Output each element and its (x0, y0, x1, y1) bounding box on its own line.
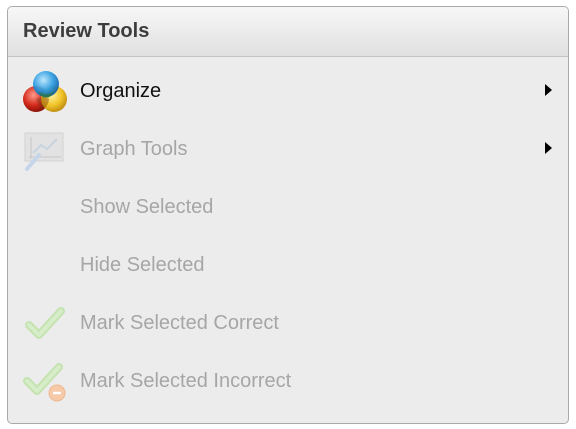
review-tools-menu: Organize Graph Tools Show Selected Hide … (17, 62, 558, 415)
menu-item-label: Graph Tools (80, 138, 188, 160)
menu-item-label: Hide Selected (80, 254, 205, 276)
checkmark-incorrect-icon (21, 357, 71, 405)
menu-item-organize[interactable]: Organize (17, 62, 558, 120)
checkmark-icon (21, 299, 71, 347)
review-tools-panel: Review Tools Organize Graph Tools Show S… (7, 6, 569, 424)
graph-tools-icon (21, 125, 71, 173)
panel-header: Review Tools (8, 7, 568, 57)
menu-item-graph-tools[interactable]: Graph Tools (17, 120, 558, 178)
submenu-arrow-icon (545, 142, 552, 154)
menu-item-label: Organize (80, 80, 162, 102)
menu-item-hide-selected[interactable]: Hide Selected (17, 236, 558, 294)
menu-item-label: Mark Selected Incorrect (80, 370, 292, 392)
panel-title: Review Tools (23, 20, 150, 42)
menu-item-show-selected[interactable]: Show Selected (17, 178, 558, 236)
menu-item-label: Show Selected (80, 196, 214, 218)
menu-item-mark-selected-incorrect[interactable]: Mark Selected Incorrect (17, 352, 558, 410)
submenu-arrow-icon (545, 84, 552, 96)
menu-item-label: Mark Selected Correct (80, 312, 279, 334)
organize-icon (21, 67, 71, 115)
menu-item-mark-selected-correct[interactable]: Mark Selected Correct (17, 294, 558, 352)
